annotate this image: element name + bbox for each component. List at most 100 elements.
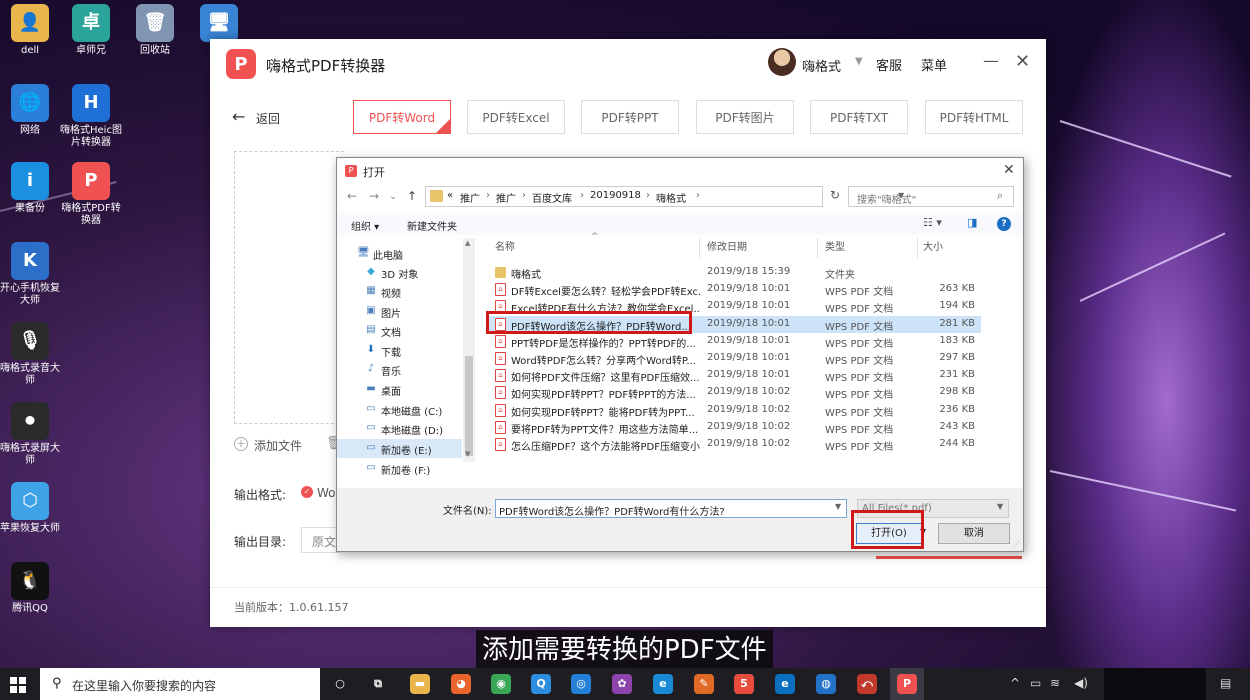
cortana-icon[interactable]: ○ <box>330 674 350 694</box>
desktop-icon[interactable]: H 嗨格式Heic图片转换器 <box>58 84 124 149</box>
breadcrumb-item[interactable]: 20190918 <box>590 190 641 201</box>
battery-icon[interactable]: ▭ <box>1030 676 1041 690</box>
tree-item[interactable]: ⬇ 下载 <box>337 341 462 360</box>
breadcrumb-item[interactable]: 推广 <box>496 190 516 205</box>
file-explorer-icon[interactable]: ▬ <box>410 674 430 694</box>
desktop-icon[interactable]: 🎙 嗨格式录音大师 <box>0 322 63 387</box>
tab-pdf-to-image[interactable]: PDF转图片 <box>696 100 794 134</box>
add-file-icon[interactable]: + <box>234 437 248 451</box>
column-header-size[interactable]: 大小 <box>923 238 943 260</box>
dialog-close-icon[interactable]: ✕ <box>1003 162 1015 178</box>
ie-icon[interactable]: e <box>653 674 673 694</box>
file-drop-area[interactable] <box>234 151 344 424</box>
file-row[interactable]: ⌂ Word转PDF怎么转？分享两个Word转P... 2019/9/18 10:0… <box>487 350 981 367</box>
menu-link[interactable]: 菜单 <box>921 55 947 74</box>
taskbar-search-input[interactable]: 在这里输入你要搜索的内容 <box>72 677 216 694</box>
chevron-down-icon[interactable]: ▼ <box>997 502 1003 511</box>
breadcrumb-overflow[interactable]: « <box>447 190 453 201</box>
search-input[interactable]: 搜索"嗨格式" <box>848 186 1014 207</box>
back-arrow-icon[interactable]: ← <box>232 107 245 126</box>
user-avatar[interactable] <box>768 48 796 76</box>
desktop-icon[interactable]: 🗑 回收站 <box>122 4 188 57</box>
tab-pdf-to-ppt[interactable]: PDF转PPT <box>581 100 679 134</box>
nav-history-icon[interactable]: ⌄ <box>389 191 397 202</box>
add-file-button[interactable]: 添加文件 <box>254 437 302 454</box>
file-row[interactable]: ⌂ PPT转PDF是怎样操作的？PPT转PDF的... 2019/9/18 10:0… <box>487 333 981 350</box>
column-header-date[interactable]: 修改日期 <box>707 238 747 260</box>
output-dir-select[interactable]: 原文 <box>301 527 341 553</box>
scroll-down-icon[interactable]: ▼ <box>465 450 470 458</box>
back-button[interactable]: 返回 <box>256 110 280 127</box>
tree-item[interactable]: ▤ 文档 <box>337 321 462 340</box>
column-header-type[interactable]: 类型 <box>825 238 845 260</box>
globe-app-icon[interactable]: ◍ <box>816 674 836 694</box>
tree-scrollbar[interactable]: ▲ ▼ <box>463 238 475 462</box>
customer-service-link[interactable]: 客服 <box>876 55 902 74</box>
desktop-icon[interactable]: 卓卓师兄 <box>58 4 124 57</box>
tab-pdf-to-word[interactable]: PDF转Word <box>353 100 451 134</box>
volume-icon[interactable]: ◀) <box>1074 676 1088 690</box>
desktop-icon[interactable]: 🐧 腾讯QQ <box>0 562 63 615</box>
desktop-icon[interactable]: ⏺ 嗨格式录屏大师 <box>0 402 63 467</box>
tab-pdf-to-html[interactable]: PDF转HTML <box>925 100 1023 134</box>
search-icon[interactable]: ⌕ <box>997 189 1003 203</box>
desktop-icon[interactable]: i 果备份 <box>0 162 63 215</box>
filename-input[interactable]: PDF转Word该怎么操作？PDF转Word有什么方法? <box>495 499 847 518</box>
taskbar-search[interactable]: ⚲ 在这里输入你要搜索的内容 <box>40 668 320 700</box>
file-row[interactable]: 嗨格式 2019/9/18 15:39 文件夹 <box>487 264 981 281</box>
task-view-icon[interactable]: ⧉ <box>368 674 388 694</box>
address-bar[interactable]: « 推广 › 推广 › 百度文库 › 20190918 › 嗨格式 › ▼ <box>425 186 904 207</box>
tree-item[interactable]: ▭ 本地磁盘 (D:) <box>337 419 462 438</box>
colorful-app-icon[interactable]: ✿ <box>612 674 632 694</box>
preview-pane-icon[interactable]: ◨ <box>967 216 977 229</box>
desktop-icon[interactable]: ⬡ 苹果恢复大师 <box>0 482 63 535</box>
desktop-icon[interactable]: 👤 dell <box>0 4 63 57</box>
pdf-app-icon[interactable]: ⤺ <box>857 674 877 694</box>
chevron-down-icon[interactable]: ▼ <box>835 502 841 511</box>
notification-icon[interactable]: ▤ <box>1220 676 1231 690</box>
help-icon[interactable]: ? <box>997 217 1011 231</box>
output-format-radio[interactable]: ✓ <box>301 486 313 498</box>
nav-back-icon[interactable]: ← <box>347 189 357 203</box>
nav-up-icon[interactable]: ↑ <box>407 189 417 203</box>
desktop-icon[interactable]: P 嗨格式PDF转换器 <box>58 162 124 227</box>
windows-start-icon[interactable] <box>10 677 26 693</box>
tree-item[interactable]: ♪ 音乐 <box>337 360 462 379</box>
user-name[interactable]: 嗨格式 <box>802 56 841 75</box>
organize-button[interactable]: 组织 ▾ <box>351 218 379 233</box>
user-dropdown-icon[interactable]: ▼ <box>855 56 863 67</box>
new-folder-button[interactable]: 新建文件夹 <box>407 218 457 233</box>
tab-pdf-to-excel[interactable]: PDF转Excel <box>467 100 565 134</box>
firefox-icon[interactable]: ◕ <box>451 674 471 694</box>
clock-area[interactable] <box>1104 668 1206 700</box>
scroll-thumb[interactable] <box>465 356 473 456</box>
wps-app-icon[interactable]: 5 <box>734 674 754 694</box>
paint-app-icon[interactable]: ✎ <box>694 674 714 694</box>
close-icon[interactable]: ✕ <box>1015 51 1030 72</box>
minimize-icon[interactable]: — <box>983 51 999 70</box>
resize-grip-icon[interactable]: ⋰ <box>1013 540 1020 548</box>
tree-item[interactable]: ▦ 视频 <box>337 282 462 301</box>
tree-item[interactable]: ◆ 3D 对象 <box>337 263 462 282</box>
folder-app-icon[interactable]: ◎ <box>571 674 591 694</box>
tab-pdf-to-txt[interactable]: PDF转TXT <box>810 100 908 134</box>
column-header-name[interactable]: 名称 <box>495 238 515 260</box>
wifi-icon[interactable]: ≋ <box>1050 676 1060 690</box>
breadcrumb-item[interactable]: 推广 <box>460 190 480 205</box>
view-options-icon[interactable]: ☷ ▾ <box>923 216 942 229</box>
nav-forward-icon[interactable]: → <box>369 189 379 203</box>
tree-item[interactable]: 🖥 此电脑 <box>337 244 462 263</box>
refresh-icon[interactable]: ↻ <box>826 188 844 206</box>
hgs-pdf-icon[interactable]: P <box>897 674 917 694</box>
desktop-icon[interactable]: 🌐 网络 <box>0 84 63 137</box>
file-row[interactable]: ⌂ 要将PDF转为PPT文件？用这些方法简单... 2019/9/18 10:02 W… <box>487 419 981 436</box>
chrome-icon[interactable]: ◉ <box>491 674 511 694</box>
file-row[interactable]: ⌂ 如何实现PDF转PPT？PDF转PPT的方法... 2019/9/18 10:0… <box>487 384 981 401</box>
file-row[interactable]: ⌂ DF转Excel要怎么转？轻松学会PDF转Exc... 2019/9/18 10… <box>487 281 981 298</box>
tree-item[interactable]: ▭ 新加卷 (E:) <box>337 439 462 458</box>
tree-item[interactable]: ▭ 本地磁盘 (C:) <box>337 400 462 419</box>
edge-icon[interactable]: e <box>775 674 795 694</box>
qq-browser-icon[interactable]: Q <box>531 674 551 694</box>
tree-item[interactable]: ▭ 新加卷 (F:) <box>337 459 462 478</box>
scroll-up-icon[interactable]: ▲ <box>465 239 470 247</box>
